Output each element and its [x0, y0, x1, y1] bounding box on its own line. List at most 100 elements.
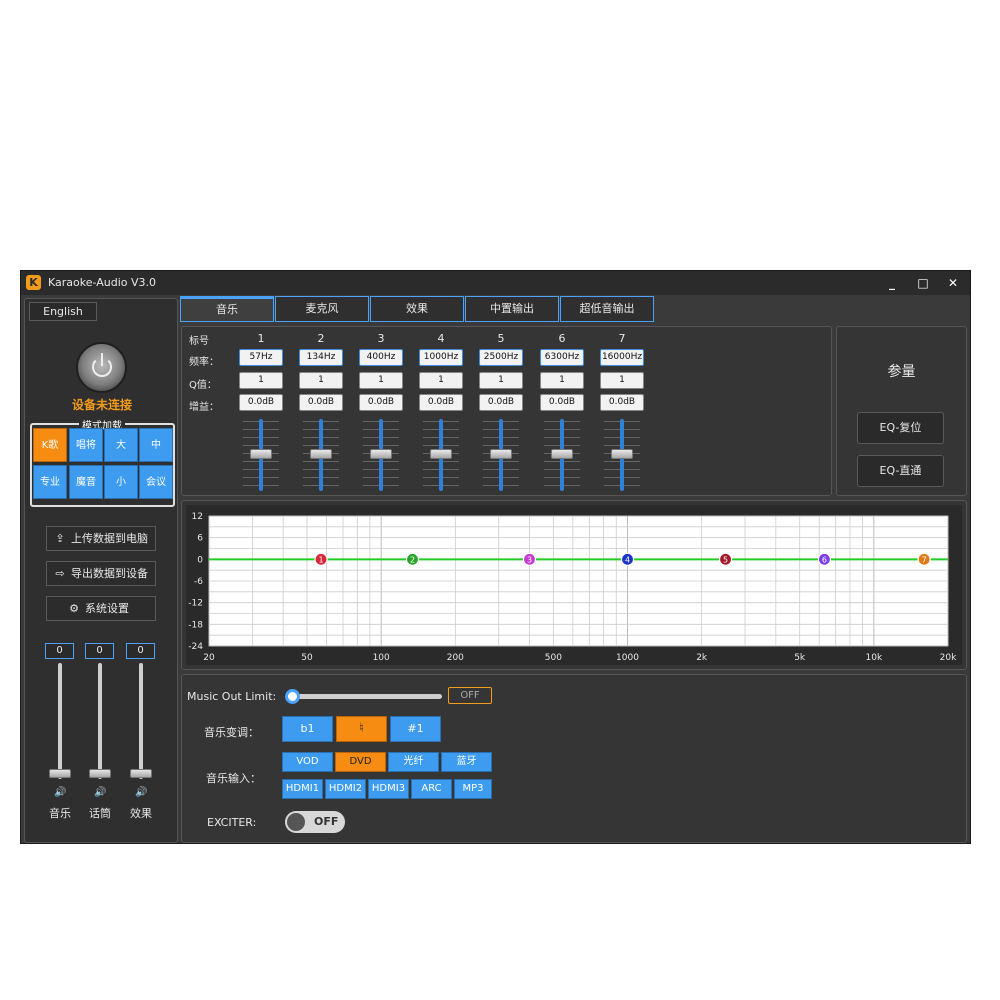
input-hdmi2-button[interactable]: HDMI2	[325, 779, 366, 799]
band-6-q-field[interactable]: 1	[540, 372, 584, 389]
band-1-gain-field[interactable]: 0.0dB	[239, 394, 283, 411]
y-tick-label: -18	[188, 620, 203, 630]
music-speaker-icon[interactable]: 🔊	[54, 787, 66, 798]
slider-thumb[interactable]	[250, 449, 272, 459]
slider-thumb[interactable]	[551, 449, 573, 459]
mic-volume-field[interactable]: 0	[85, 643, 114, 659]
gain-label: 增益：	[189, 402, 219, 413]
y-tick-label: 0	[197, 555, 203, 565]
slider-thumb[interactable]	[430, 449, 452, 459]
slider-thumb[interactable]	[611, 449, 633, 459]
pitch-natural-button[interactable]: ♮	[336, 716, 387, 742]
input-dvd-button[interactable]: DVD	[335, 752, 386, 772]
mode-button-singer[interactable]: 唱将	[69, 428, 103, 462]
music-out-limit-track[interactable]	[290, 694, 442, 699]
band-5-gain-field[interactable]: 0.0dB	[479, 394, 523, 411]
mode-button-magic[interactable]: 魔音	[69, 465, 103, 499]
minimize-button[interactable]: _	[879, 273, 905, 293]
mode-button-pro[interactable]: 专业	[33, 465, 67, 499]
band-3-frequency-field[interactable]: 400Hz	[359, 349, 403, 366]
input-hdmi1-button[interactable]: HDMI1	[282, 779, 323, 799]
app-window: K Karaoke-Audio V3.0 _ □ ✕ English 设备未连接…	[20, 270, 971, 844]
music-volume-field[interactable]: 0	[45, 643, 74, 659]
window-title: Karaoke-Audio V3.0	[48, 276, 157, 289]
band-2-gain-field[interactable]: 0.0dB	[299, 394, 343, 411]
band-2-frequency-field[interactable]: 134Hz	[299, 349, 343, 366]
eq-reset-button[interactable]: EQ-复位	[857, 412, 944, 444]
band-3-gain-slider[interactable]	[359, 419, 403, 491]
exciter-toggle-knob	[287, 813, 305, 831]
band-1-q-field[interactable]: 1	[239, 372, 283, 389]
band-3-q-field[interactable]: 1	[359, 372, 403, 389]
music-out-limit-state[interactable]: OFF	[448, 687, 492, 704]
band-6-frequency-field[interactable]: 6300Hz	[540, 349, 584, 366]
power-line	[101, 353, 103, 366]
close-button[interactable]: ✕	[940, 273, 966, 293]
exciter-toggle[interactable]: OFF	[285, 811, 345, 833]
mic-volume-thumb[interactable]	[89, 769, 111, 778]
maximize-button[interactable]: □	[910, 273, 936, 293]
x-tick-label: 20k	[940, 653, 957, 663]
band-7-frequency-field[interactable]: 16000Hz	[600, 349, 644, 366]
effect-volume-thumb[interactable]	[130, 769, 152, 778]
slider-thumb[interactable]	[490, 449, 512, 459]
band-1-frequency-field[interactable]: 57Hz	[239, 349, 283, 366]
band-7-q-field[interactable]: 1	[600, 372, 644, 389]
effect-volume-field[interactable]: 0	[126, 643, 155, 659]
slider-thumb[interactable]	[370, 449, 392, 459]
band-2-gain-slider[interactable]	[299, 419, 343, 491]
effect-volume-track[interactable]	[139, 663, 143, 779]
music-volume-track[interactable]	[58, 663, 62, 779]
export-icon: ⇨	[55, 567, 65, 580]
band-1-gain-slider[interactable]	[239, 419, 283, 491]
input-hdmi3-button[interactable]: HDMI3	[368, 779, 409, 799]
band-6-gain-field[interactable]: 0.0dB	[540, 394, 584, 411]
input-optical-button[interactable]: 光纤	[388, 752, 439, 772]
tab-music[interactable]: 音乐	[180, 296, 274, 322]
mode-button-small[interactable]: 小	[104, 465, 138, 499]
effect-speaker-icon[interactable]: 🔊	[135, 787, 147, 798]
band-7-gain-slider[interactable]	[600, 419, 644, 491]
tab-subwoofer-output[interactable]: 超低音输出	[560, 296, 654, 322]
settings-button[interactable]: ⚙ 系统设置	[46, 596, 156, 621]
input-mp3-button[interactable]: MP3	[454, 779, 492, 799]
slider-thumb[interactable]	[310, 449, 332, 459]
band-3-gain-field[interactable]: 0.0dB	[359, 394, 403, 411]
mic-volume-track[interactable]	[98, 663, 102, 779]
band-4-gain-field[interactable]: 0.0dB	[419, 394, 463, 411]
band-5-q-field[interactable]: 1	[479, 372, 523, 389]
language-button[interactable]: English	[29, 302, 97, 321]
tab-effect[interactable]: 效果	[370, 296, 464, 322]
mic-speaker-icon[interactable]: 🔊	[94, 787, 106, 798]
input-arc-button[interactable]: ARC	[411, 779, 452, 799]
band-4-frequency-field[interactable]: 1000Hz	[419, 349, 463, 366]
input-vod-button[interactable]: VOD	[282, 752, 333, 772]
gear-icon: ⚙	[69, 602, 79, 615]
band-6-gain-slider[interactable]	[540, 419, 584, 491]
mode-button-medium[interactable]: 中	[139, 428, 173, 462]
band-5-frequency-field[interactable]: 2500Hz	[479, 349, 523, 366]
band-7-gain-field[interactable]: 0.0dB	[600, 394, 644, 411]
input-bluetooth-button[interactable]: 蓝牙	[441, 752, 492, 772]
band-4-q-field[interactable]: 1	[419, 372, 463, 389]
mode-button-large[interactable]: 大	[104, 428, 138, 462]
mode-button-meeting[interactable]: 会议	[139, 465, 173, 499]
tab-microphone[interactable]: 麦克风	[275, 296, 369, 322]
eq-bypass-button[interactable]: EQ-直通	[857, 455, 944, 487]
band-4-gain-slider[interactable]	[419, 419, 463, 491]
export-button[interactable]: ⇨ 导出数据到设备	[46, 561, 156, 586]
band-5-gain-slider[interactable]	[479, 419, 523, 491]
pitch-sharp-button[interactable]: #1	[390, 716, 441, 742]
band-2-q-field[interactable]: 1	[299, 372, 343, 389]
x-tick-label: 200	[447, 653, 464, 663]
mode-button-k[interactable]: K歌	[33, 428, 67, 462]
pitch-flat-button[interactable]: b1	[282, 716, 333, 742]
eq-curve-panel: 12 6 0 -6 -12 -18 -24 20 50 100 200 500 1000 2k 5k 10k 2…	[181, 500, 967, 670]
tab-center-output[interactable]: 中置输出	[465, 296, 559, 322]
music-volume-thumb[interactable]	[49, 769, 71, 778]
music-out-limit-thumb[interactable]	[285, 689, 300, 704]
pitch-label: 音乐变调：	[204, 726, 259, 739]
power-icon[interactable]	[76, 342, 127, 393]
eq-curve-chart[interactable]: 1260-6-12-18-2420 50 100 200 500 1000 2k 5k 10k 2…	[182, 501, 966, 669]
upload-button[interactable]: ⇪ 上传数据到电脑	[46, 526, 156, 551]
